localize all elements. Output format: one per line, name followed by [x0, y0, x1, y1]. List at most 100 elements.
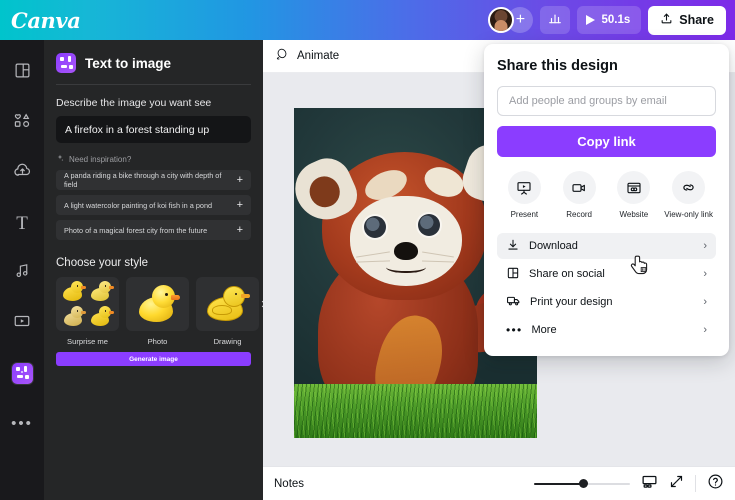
style-option-surprise-me[interactable]: Surprise me	[56, 277, 119, 346]
style-option-photo[interactable]: Photo	[126, 277, 189, 346]
sidebar-item-audio[interactable]	[4, 250, 40, 296]
shapes-icon	[13, 112, 31, 135]
add-suggestion-button[interactable]: +	[237, 199, 243, 211]
bar-chart-icon	[548, 11, 562, 30]
quick-action-website[interactable]: Website	[607, 171, 662, 219]
styles-next-button[interactable]	[259, 298, 263, 312]
notes-button[interactable]: Notes	[274, 478, 304, 490]
menu-item-label: Share on social	[529, 268, 605, 280]
quick-action-label: Present	[510, 210, 539, 219]
suggestion-text: A light watercolor painting of koi fish …	[64, 200, 213, 210]
add-suggestion-button[interactable]: +	[237, 174, 243, 186]
quick-action-view-only-link[interactable]: View-only link	[661, 171, 716, 219]
quick-action-label: Record	[566, 210, 593, 219]
bottom-toolbar: Notes	[263, 466, 735, 500]
prompt-input[interactable]: A firefox in a forest standing up	[56, 116, 251, 143]
cloud-upload-icon	[13, 161, 32, 185]
zoom-slider-fill	[534, 482, 584, 485]
text-T-icon: T	[16, 212, 28, 234]
music-note-icon	[14, 262, 31, 284]
link-chain-icon	[672, 171, 706, 204]
sidebar-item-videos[interactable]	[4, 300, 40, 346]
panel-title: Text to image	[85, 55, 172, 71]
sidebar-item-text[interactable]: T	[4, 200, 40, 246]
text-to-image-icon	[56, 53, 76, 73]
website-window-icon	[617, 171, 651, 204]
quick-action-present[interactable]: Present	[497, 171, 552, 219]
text-to-image-panel: Text to image Describe the image you wan…	[44, 40, 263, 500]
present-timer-button[interactable]: 50.1s	[577, 6, 642, 34]
zoom-slider[interactable]	[534, 478, 630, 490]
video-frame-icon	[13, 312, 31, 335]
sparkle-icon	[56, 154, 64, 164]
style-label: Surprise me	[67, 337, 108, 346]
pages-grid-icon[interactable]	[641, 473, 658, 495]
quick-action-label: Website	[619, 210, 649, 219]
sidebar-item-elements[interactable]	[4, 100, 40, 146]
layout-icon	[14, 62, 31, 84]
menu-item-share-on-social[interactable]: Share on social ›	[497, 261, 716, 287]
zoom-slider-handle[interactable]	[579, 479, 589, 488]
sidebar-item-uploads[interactable]	[4, 150, 40, 196]
canva-logo[interactable]: Canva	[11, 8, 81, 33]
toolbar-separator	[695, 475, 696, 492]
duration-label: 50.1s	[601, 14, 631, 26]
upload-icon	[660, 12, 673, 28]
style-label: Photo	[147, 337, 168, 346]
share-dialog-title: Share this design	[497, 58, 618, 74]
delivery-truck-icon	[506, 293, 521, 311]
chevron-right-icon: ›	[703, 268, 707, 280]
prompt-value: A firefox in a forest standing up	[65, 123, 210, 136]
animate-label: Animate	[297, 50, 340, 62]
need-inspiration-label: Need inspiration?	[69, 154, 132, 164]
style-thumbnail[interactable]	[56, 277, 119, 331]
suggestion-item[interactable]: A panda riding a bike through a city wit…	[56, 170, 251, 190]
grass-foreground	[294, 384, 537, 438]
style-label: Drawing	[213, 337, 242, 346]
menu-item-label: Print your design	[530, 296, 613, 308]
copy-link-button[interactable]: Copy link	[497, 126, 716, 157]
play-icon	[586, 15, 596, 25]
share-button[interactable]: Share	[648, 5, 726, 35]
apps-icon	[11, 362, 33, 384]
help-question-icon[interactable]	[707, 473, 724, 495]
top-toolbar: Canva + 50.1s Share	[0, 0, 735, 40]
suggestion-text: A panda riding a bike through a city wit…	[64, 171, 222, 189]
left-icon-rail: T •••	[0, 40, 44, 500]
choose-style-label: Choose your style	[56, 257, 149, 269]
sidebar-item-design[interactable]	[4, 50, 40, 96]
sidebar-item-more[interactable]: •••	[4, 400, 40, 446]
video-camera-icon	[562, 171, 596, 204]
suggestion-item[interactable]: Photo of a magical forest city from the …	[56, 220, 251, 240]
style-option-drawing[interactable]: Drawing	[196, 277, 259, 346]
ellipsis-icon: •••	[506, 323, 523, 337]
style-thumbnail[interactable]	[196, 277, 259, 331]
social-grid-icon	[506, 266, 520, 283]
quick-action-label: View-only link	[664, 210, 713, 219]
bottom-toolbar-right	[534, 473, 724, 495]
top-toolbar-right: + 50.1s Share	[488, 5, 735, 35]
animate-sparkle-icon	[275, 47, 289, 66]
menu-item-more[interactable]: ••• More ›	[497, 317, 716, 343]
ellipsis-icon: •••	[11, 414, 33, 432]
sidebar-item-apps[interactable]	[4, 350, 40, 396]
quick-action-record[interactable]: Record	[552, 171, 607, 219]
share-quick-actions: Present Record Website View-only link	[497, 171, 716, 219]
generate-image-button[interactable]: Generate image	[56, 352, 251, 366]
suggestion-item[interactable]: A light watercolor painting of koi fish …	[56, 195, 251, 215]
chevron-right-icon: ›	[703, 324, 707, 336]
insights-button[interactable]	[540, 6, 571, 34]
style-options: Surprise me Photo Drawing	[44, 277, 263, 346]
add-suggestion-button[interactable]: +	[237, 224, 243, 236]
share-email-placeholder: Add people and groups by email	[509, 95, 667, 107]
share-email-input[interactable]: Add people and groups by email	[497, 86, 716, 116]
menu-item-print-your-design[interactable]: Print your design ›	[497, 289, 716, 315]
canva-editor-window: Canva + 50.1s Share T ••• Text to image …	[0, 0, 735, 500]
share-button-label: Share	[679, 13, 714, 27]
share-menu: Download › Share on social › Print your …	[497, 233, 716, 343]
chevron-right-icon: ›	[703, 296, 707, 308]
style-thumbnail[interactable]	[126, 277, 189, 331]
menu-item-label: Download	[529, 240, 578, 252]
expand-arrows-icon[interactable]	[669, 474, 684, 494]
menu-item-download[interactable]: Download ›	[497, 233, 716, 259]
